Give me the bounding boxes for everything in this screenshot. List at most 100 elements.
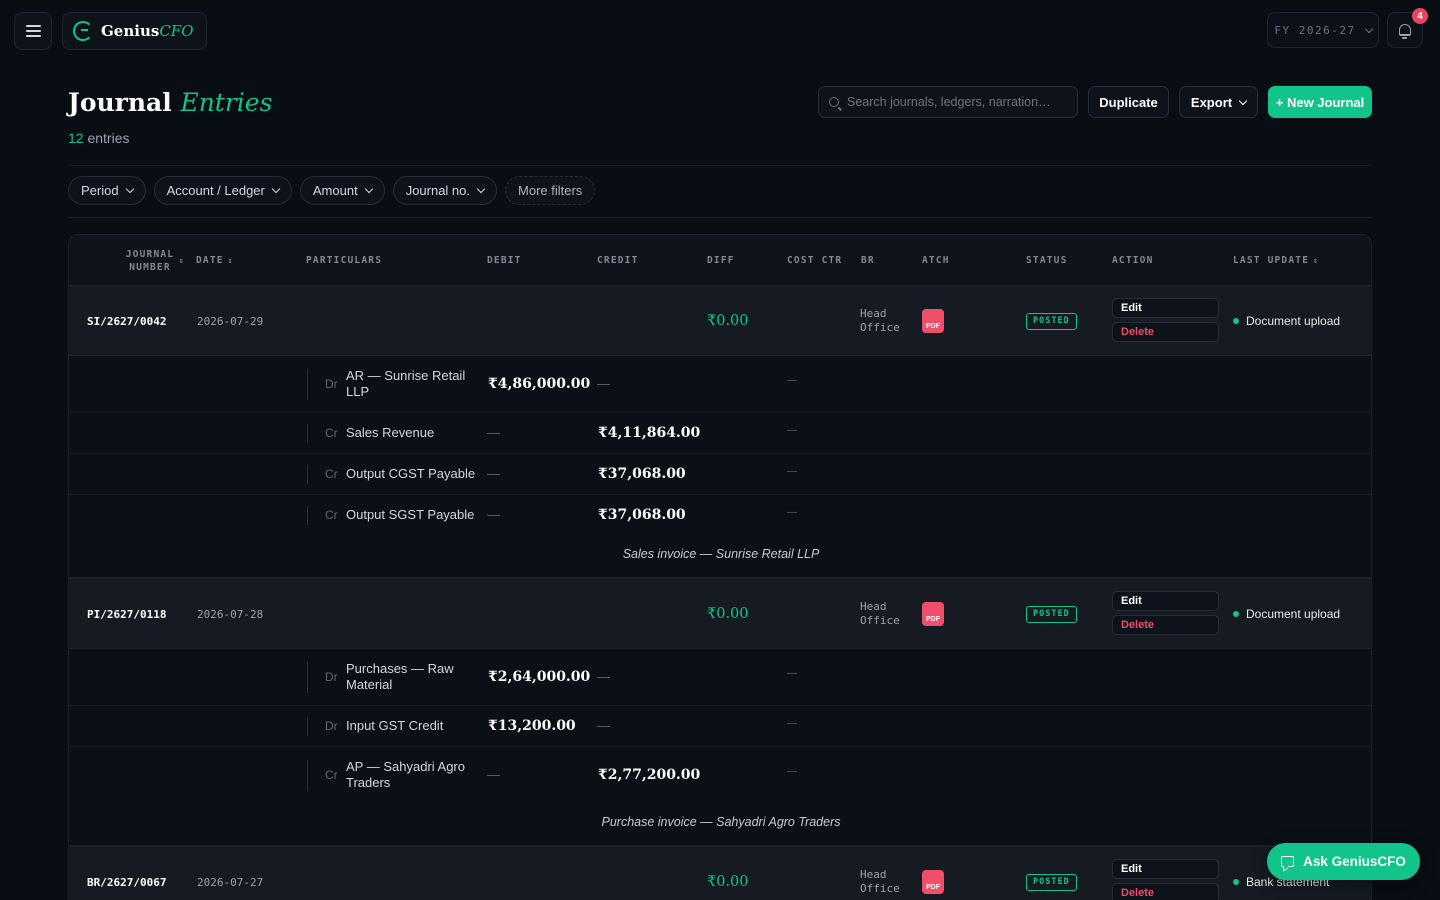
divider [68,165,1372,166]
line-indent [307,760,308,791]
branch-name: Head Office [860,600,900,627]
col-attachment: ATCH [922,255,950,266]
bell-icon [1399,24,1411,39]
col-diff: DIFF [707,255,735,266]
status-badge: POSTED [1026,312,1077,330]
status-dot-icon [1233,611,1239,617]
col-status: STATUS [1026,255,1068,266]
branch-cell: Head Office [860,847,906,900]
journal-number[interactable]: PI/2627/0118 [87,579,166,649]
line-account: AP — Sahyadri Agro Traders [346,759,465,790]
filter-journal-no[interactable]: Journal no. [392,176,498,205]
top-bar: GeniusCFO FY 2026-27 4 [0,0,1440,62]
line-side: Dr [325,719,338,733]
more-filters-button[interactable]: More filters [505,176,596,205]
delete-button[interactable]: Delete [1112,322,1219,342]
new-journal-button[interactable]: + New Journal [1268,86,1372,118]
sort-journal-number-icon[interactable]: ⇕ [175,235,185,286]
line-cost-center: — [787,766,797,777]
status-cell: POSTED [1026,847,1077,900]
line-credit-empty: — [597,669,610,684]
chevron-down-icon [125,184,134,194]
edit-button[interactable]: Edit [1112,591,1219,611]
chat-icon [1281,856,1295,867]
attachment-cell: PDF [922,579,944,649]
delete-button[interactable]: Delete [1112,883,1219,900]
line-side: Cr [325,426,338,440]
last-update: Document upload [1233,286,1340,356]
line-cost-center: — [787,507,797,518]
line-debit: ₹13,200.00 [488,718,576,734]
journal-row[interactable]: PI/2627/0118 2026-07-28 ₹0.00 Head Offic… [69,579,1371,649]
journal-narration: Purchase invoice — Sahyadri Agro Traders [601,815,841,829]
journal-line: Dr Input GST Credit ₹13,200.00 — — [69,706,1371,747]
sort-icon: ⇕ [227,256,234,265]
line-side: Cr [325,768,338,782]
line-indent [307,662,308,693]
pdf-icon[interactable]: PDF [922,602,944,626]
filter-bar: Period Account / Ledger Amount Journal n… [68,176,596,205]
journal-row[interactable]: SI/2627/0042 2026-07-29 ₹0.00 Head Offic… [69,286,1371,356]
logo-mark-icon [73,21,93,41]
journal-line: Cr Output CGST Payable — ₹37,068.00 — [69,454,1371,495]
search-input[interactable] [847,95,1067,109]
edit-button[interactable]: Edit [1112,298,1219,318]
chevron-down-icon [476,184,486,194]
duplicate-button[interactable]: Duplicate [1088,86,1169,118]
menu-button[interactable] [14,12,52,50]
line-side: Cr [325,508,338,522]
line-credit: ₹37,068.00 [598,507,686,523]
chevron-down-icon [364,184,373,194]
entry-count: 12 entries [68,130,130,146]
filter-label: Amount [312,183,358,198]
ask-geniuscfo-button[interactable]: Ask GeniusCFO [1267,843,1420,880]
journal-number[interactable]: SI/2627/0042 [87,286,166,356]
line-credit-empty: — [597,376,610,391]
search-box[interactable] [818,86,1078,118]
line-indent [307,717,308,736]
ask-label: Ask GeniusCFO [1303,854,1406,869]
divider [68,217,1372,218]
pdf-icon[interactable]: PDF [922,309,944,333]
journal-number[interactable]: BR/2627/0067 [87,847,166,900]
line-indent [307,506,308,525]
journal-row[interactable]: BR/2627/0067 2026-07-27 ₹0.00 Head Offic… [69,847,1371,900]
journal-date: 2026-07-28 [197,607,264,621]
col-last-update[interactable]: LAST UPDATE ⇕ [1233,235,1319,286]
export-button[interactable]: Export [1179,86,1258,118]
status-dot-icon [1233,879,1239,885]
line-debit: ₹2,64,000.00 [488,669,591,685]
line-cost-center: — [787,718,797,729]
line-account: Output SGST Payable [346,507,475,522]
journal-line: Cr Output SGST Payable — ₹37,068.00 — [69,495,1371,536]
notification-badge: 4 [1412,8,1428,24]
status-dot-icon [1233,318,1239,324]
filter-amount[interactable]: Amount [299,176,385,205]
delete-button[interactable]: Delete [1112,615,1219,635]
branch-name: Head Office [860,868,900,895]
col-branch: BR [861,255,875,266]
journal-narration: Sales invoice — Sunrise Retail LLP [622,547,820,561]
line-account: AR — Sunrise Retail LLP [346,368,466,399]
col-date[interactable]: DATE ⇕ [196,235,234,286]
line-debit-empty: — [487,767,500,782]
col-action: ACTION [1112,255,1154,266]
brand-name: GeniusCFO [101,22,194,40]
journal-line: Cr Sales Revenue — ₹4,11,864.00 — [69,413,1371,454]
edit-button[interactable]: Edit [1112,859,1219,879]
status-badge: POSTED [1026,873,1077,891]
status-cell: POSTED [1026,579,1077,649]
filter-period[interactable]: Period [68,176,146,205]
brand-logo[interactable]: GeniusCFO [62,12,207,50]
pdf-icon[interactable]: PDF [922,870,944,894]
line-account: Purchases — Raw Material [346,661,454,692]
line-indent [307,369,308,400]
filter-account-ledger[interactable]: Account / Ledger [153,176,292,205]
filter-label: Account / Ledger [166,183,265,198]
fiscal-year-selector[interactable]: FY 2026-27 [1267,12,1379,48]
hamburger-icon [25,25,41,37]
line-cost-center: — [787,668,797,679]
branch-cell: Head Office [860,286,906,356]
line-cost-center: — [787,425,797,436]
line-credit: ₹37,068.00 [598,466,686,482]
